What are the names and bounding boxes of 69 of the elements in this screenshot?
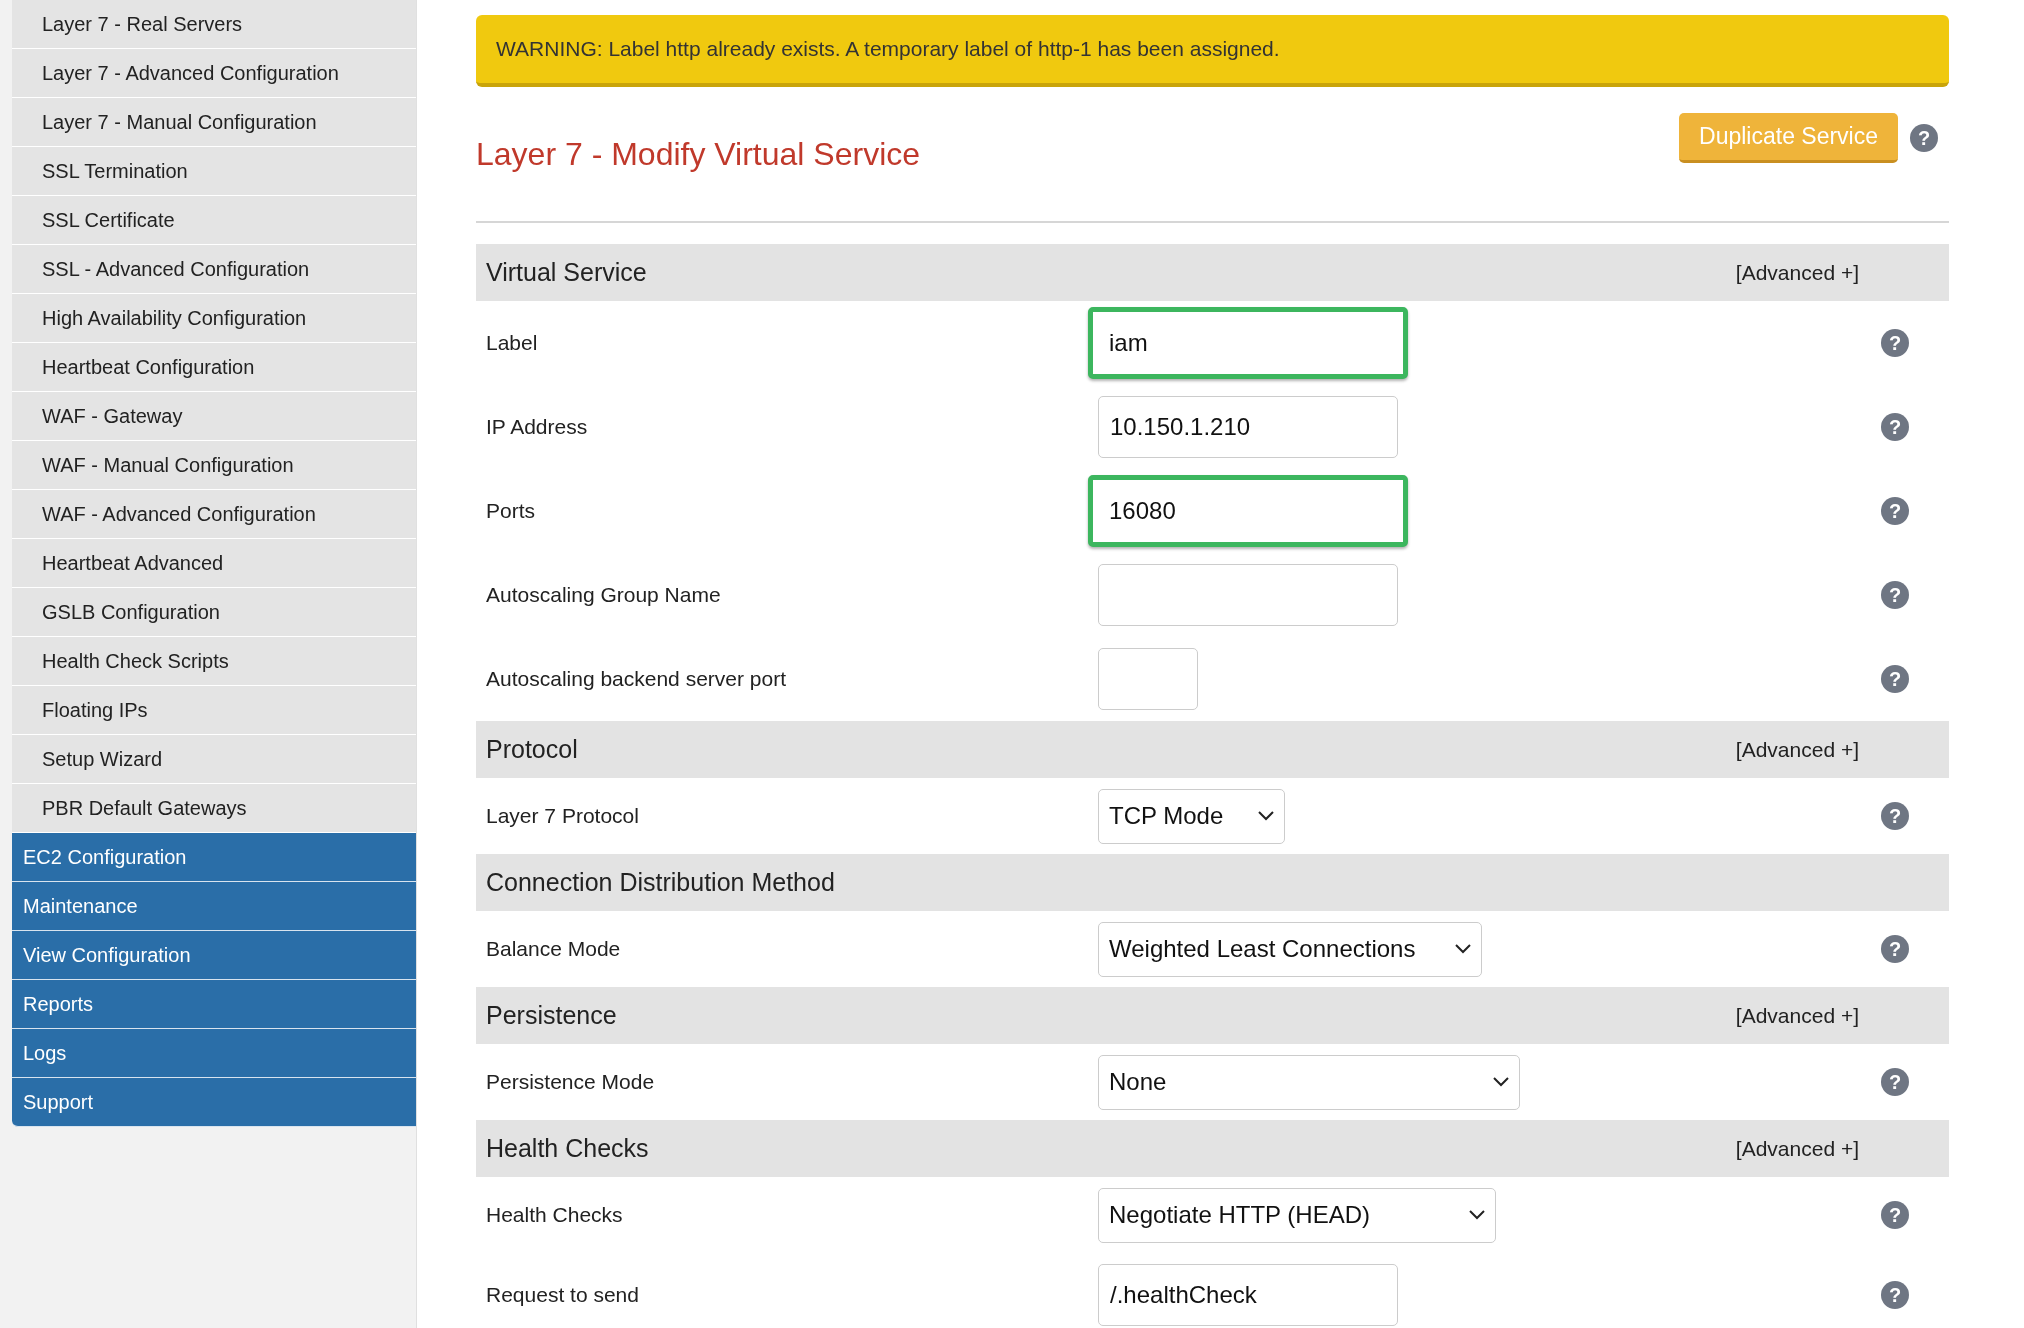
section-title: Persistence: [486, 1001, 617, 1030]
field-label: Label: [486, 331, 539, 355]
help-icon[interactable]: ?: [1881, 935, 1909, 963]
sidebar-item[interactable]: Maintenance: [12, 882, 416, 931]
warning-banner: WARNING: Label http already exists. A temporary label of http-1 has been assigned.: [476, 15, 1949, 87]
field-label: Ports: [486, 499, 536, 523]
section-title: Health Checks: [486, 1134, 649, 1163]
sidebar-item[interactable]: Logs: [12, 1029, 416, 1078]
advanced-link[interactable]: [Advanced +]: [1735, 737, 1859, 762]
chevron-down-icon: [1455, 944, 1471, 954]
advanced-link[interactable]: [Advanced +]: [1735, 1003, 1859, 1028]
field-label: Autoscaling Group Name: [486, 583, 722, 607]
help-icon[interactable]: ?: [1881, 329, 1909, 357]
dropdown[interactable]: Weighted Least Connections: [1098, 921, 1482, 977]
input-field[interactable]: iam: [1088, 307, 1408, 379]
help-icon[interactable]: ?: [1881, 1068, 1909, 1096]
field-label: Persistence Mode: [486, 1070, 656, 1094]
help-icon[interactable]: ?: [1881, 581, 1909, 609]
input-field[interactable]: [1098, 648, 1198, 710]
help-icon[interactable]: ?: [1881, 1281, 1909, 1309]
section-title: Virtual Service: [486, 258, 647, 287]
help-icon[interactable]: ?: [1881, 497, 1909, 525]
sidebar-item[interactable]: Layer 7 - Manual Configuration: [12, 98, 416, 147]
sidebar-item[interactable]: SSL Termination: [12, 147, 416, 196]
field-label: Balance Mode: [486, 937, 622, 961]
section-title: Connection Distribution Method: [486, 868, 835, 897]
sidebar-item[interactable]: Layer 7 - Advanced Configuration: [12, 49, 416, 98]
sidebar-item[interactable]: SSL - Advanced Configuration: [12, 245, 416, 294]
sidebar-item[interactable]: Health Check Scripts: [12, 637, 416, 686]
sidebar-item[interactable]: Heartbeat Advanced: [12, 539, 416, 588]
advanced-link[interactable]: [Advanced +]: [1735, 1136, 1859, 1161]
sidebar-item[interactable]: Support: [12, 1078, 416, 1127]
advanced-link[interactable]: [Advanced +]: [1735, 260, 1859, 285]
field-label: Layer 7 Protocol: [486, 804, 640, 828]
sidebar-item[interactable]: High Availability Configuration: [12, 294, 416, 343]
help-icon[interactable]: ?: [1881, 413, 1909, 441]
sidebar-item[interactable]: WAF - Advanced Configuration: [12, 490, 416, 539]
sidebar-item[interactable]: GSLB Configuration: [12, 588, 416, 637]
sidebar-item[interactable]: Reports: [12, 980, 416, 1029]
section-title: Protocol: [486, 735, 578, 764]
help-icon[interactable]: ?: [1881, 1201, 1909, 1229]
sidebar-item[interactable]: WAF - Gateway: [12, 392, 416, 441]
field-label: IP Address: [486, 415, 589, 439]
input-field[interactable]: 16080: [1088, 475, 1408, 547]
sidebar-item[interactable]: WAF - Manual Configuration: [12, 441, 416, 490]
input-field[interactable]: [1098, 564, 1398, 626]
page-title: Layer 7 - Modify Virtual Service: [476, 136, 921, 173]
chevron-down-icon: [1258, 811, 1274, 821]
dropdown[interactable]: TCP Mode: [1098, 788, 1285, 844]
chevron-down-icon: [1493, 1077, 1509, 1087]
field-label: Request to send: [486, 1283, 640, 1307]
sidebar-item[interactable]: View Configuration: [12, 931, 416, 980]
input-field[interactable]: /.healthCheck: [1098, 1264, 1398, 1326]
sidebar-item[interactable]: Heartbeat Configuration: [12, 343, 416, 392]
field-label: Health Checks: [486, 1203, 624, 1227]
dropdown[interactable]: Negotiate HTTP (HEAD): [1098, 1187, 1496, 1243]
input-field[interactable]: 10.150.1.210: [1098, 396, 1398, 458]
help-icon[interactable]: ?: [1881, 665, 1909, 693]
sidebar-item[interactable]: PBR Default Gateways: [12, 784, 416, 833]
sidebar-item[interactable]: Layer 7 - Real Servers: [12, 0, 416, 49]
dropdown[interactable]: None: [1098, 1054, 1520, 1110]
help-icon[interactable]: ?: [1881, 802, 1909, 830]
sidebar-item[interactable]: Floating IPs: [12, 686, 416, 735]
sidebar-item[interactable]: SSL Certificate: [12, 196, 416, 245]
help-icon[interactable]: ?: [1910, 124, 1938, 152]
chevron-down-icon: [1469, 1210, 1485, 1220]
sidebar-item[interactable]: EC2 Configuration: [12, 833, 416, 882]
field-label: Autoscaling backend server port: [486, 667, 787, 691]
sidebar-item[interactable]: Setup Wizard: [12, 735, 416, 784]
